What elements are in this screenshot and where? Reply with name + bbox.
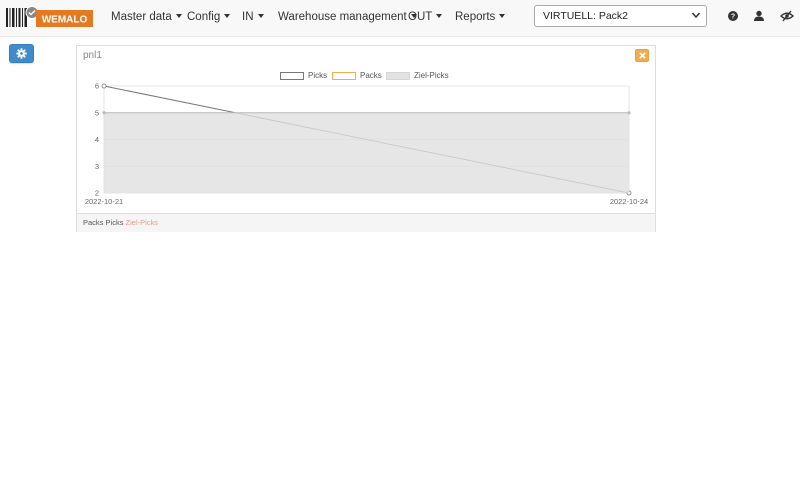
chevron-down-icon xyxy=(692,12,700,18)
gear-icon xyxy=(16,48,27,59)
caret-down-icon xyxy=(257,13,264,18)
data-point-ziel-picks xyxy=(102,111,106,115)
line-chart: 234562022-10-21 2022-10-24 xyxy=(85,82,648,207)
data-point-picks xyxy=(101,83,107,89)
series-area-ziel-picks xyxy=(104,112,629,193)
caret-down-icon xyxy=(499,13,506,18)
nav-config-label: Config xyxy=(187,11,221,23)
svg-text:?: ? xyxy=(731,14,735,21)
footer-picks-label: Picks xyxy=(105,218,124,227)
settings-button[interactable] xyxy=(9,44,34,63)
eye-slash-icon[interactable] xyxy=(779,8,795,24)
nav-master-data-label: Master data xyxy=(111,11,172,23)
user-icon[interactable] xyxy=(751,8,767,24)
footer-packs-label: Packs xyxy=(83,218,104,227)
help-icon[interactable]: ? xyxy=(725,8,741,24)
store-select[interactable]: VIRTUELL: Pack2 xyxy=(534,5,707,27)
nav-out-label: OUT xyxy=(408,11,433,23)
panel-footer: Packs Picks Ziel-Picks xyxy=(77,213,655,232)
store-select-value: VIRTUELL: Pack2 xyxy=(543,10,629,22)
y-tick-label: 3 xyxy=(95,162,99,171)
nav-reports[interactable]: Reports xyxy=(455,0,506,37)
y-tick-label: 4 xyxy=(95,135,99,144)
y-tick-label: 6 xyxy=(95,82,99,91)
caret-down-icon xyxy=(175,13,182,18)
data-point-ziel-picks xyxy=(627,111,631,115)
nav-master-data[interactable]: Master data xyxy=(111,0,182,37)
x-tick-label: 2022-10-24 xyxy=(610,197,648,206)
brand-name: WEMALO xyxy=(42,15,88,26)
y-tick-label: 5 xyxy=(95,108,99,117)
x-tick-label: 2022-10-21 xyxy=(85,197,123,206)
chart-panel: pnl1 Picks Packs Ziel-Picks 2 3 4 5 6 2022-10… xyxy=(76,45,656,232)
caret-down-icon xyxy=(224,13,231,18)
footer-ziel-picks-label: Ziel-Picks xyxy=(125,218,159,227)
nav-out[interactable]: OUT xyxy=(408,0,443,37)
nav-in-label: IN xyxy=(242,11,254,23)
nav-warehouse-management[interactable]: Warehouse management xyxy=(278,0,417,37)
nav-config[interactable]: Config xyxy=(187,0,231,37)
wemalo-logo[interactable]: WEMALO xyxy=(6,6,93,29)
nav-in[interactable]: IN xyxy=(242,0,264,37)
caret-down-icon xyxy=(436,13,443,18)
nav-reports-label: Reports xyxy=(455,11,496,23)
nav-warehouse-management-label: Warehouse management xyxy=(278,11,407,23)
top-navbar: WEMALO Master data Config IN Warehouse m… xyxy=(0,0,800,37)
